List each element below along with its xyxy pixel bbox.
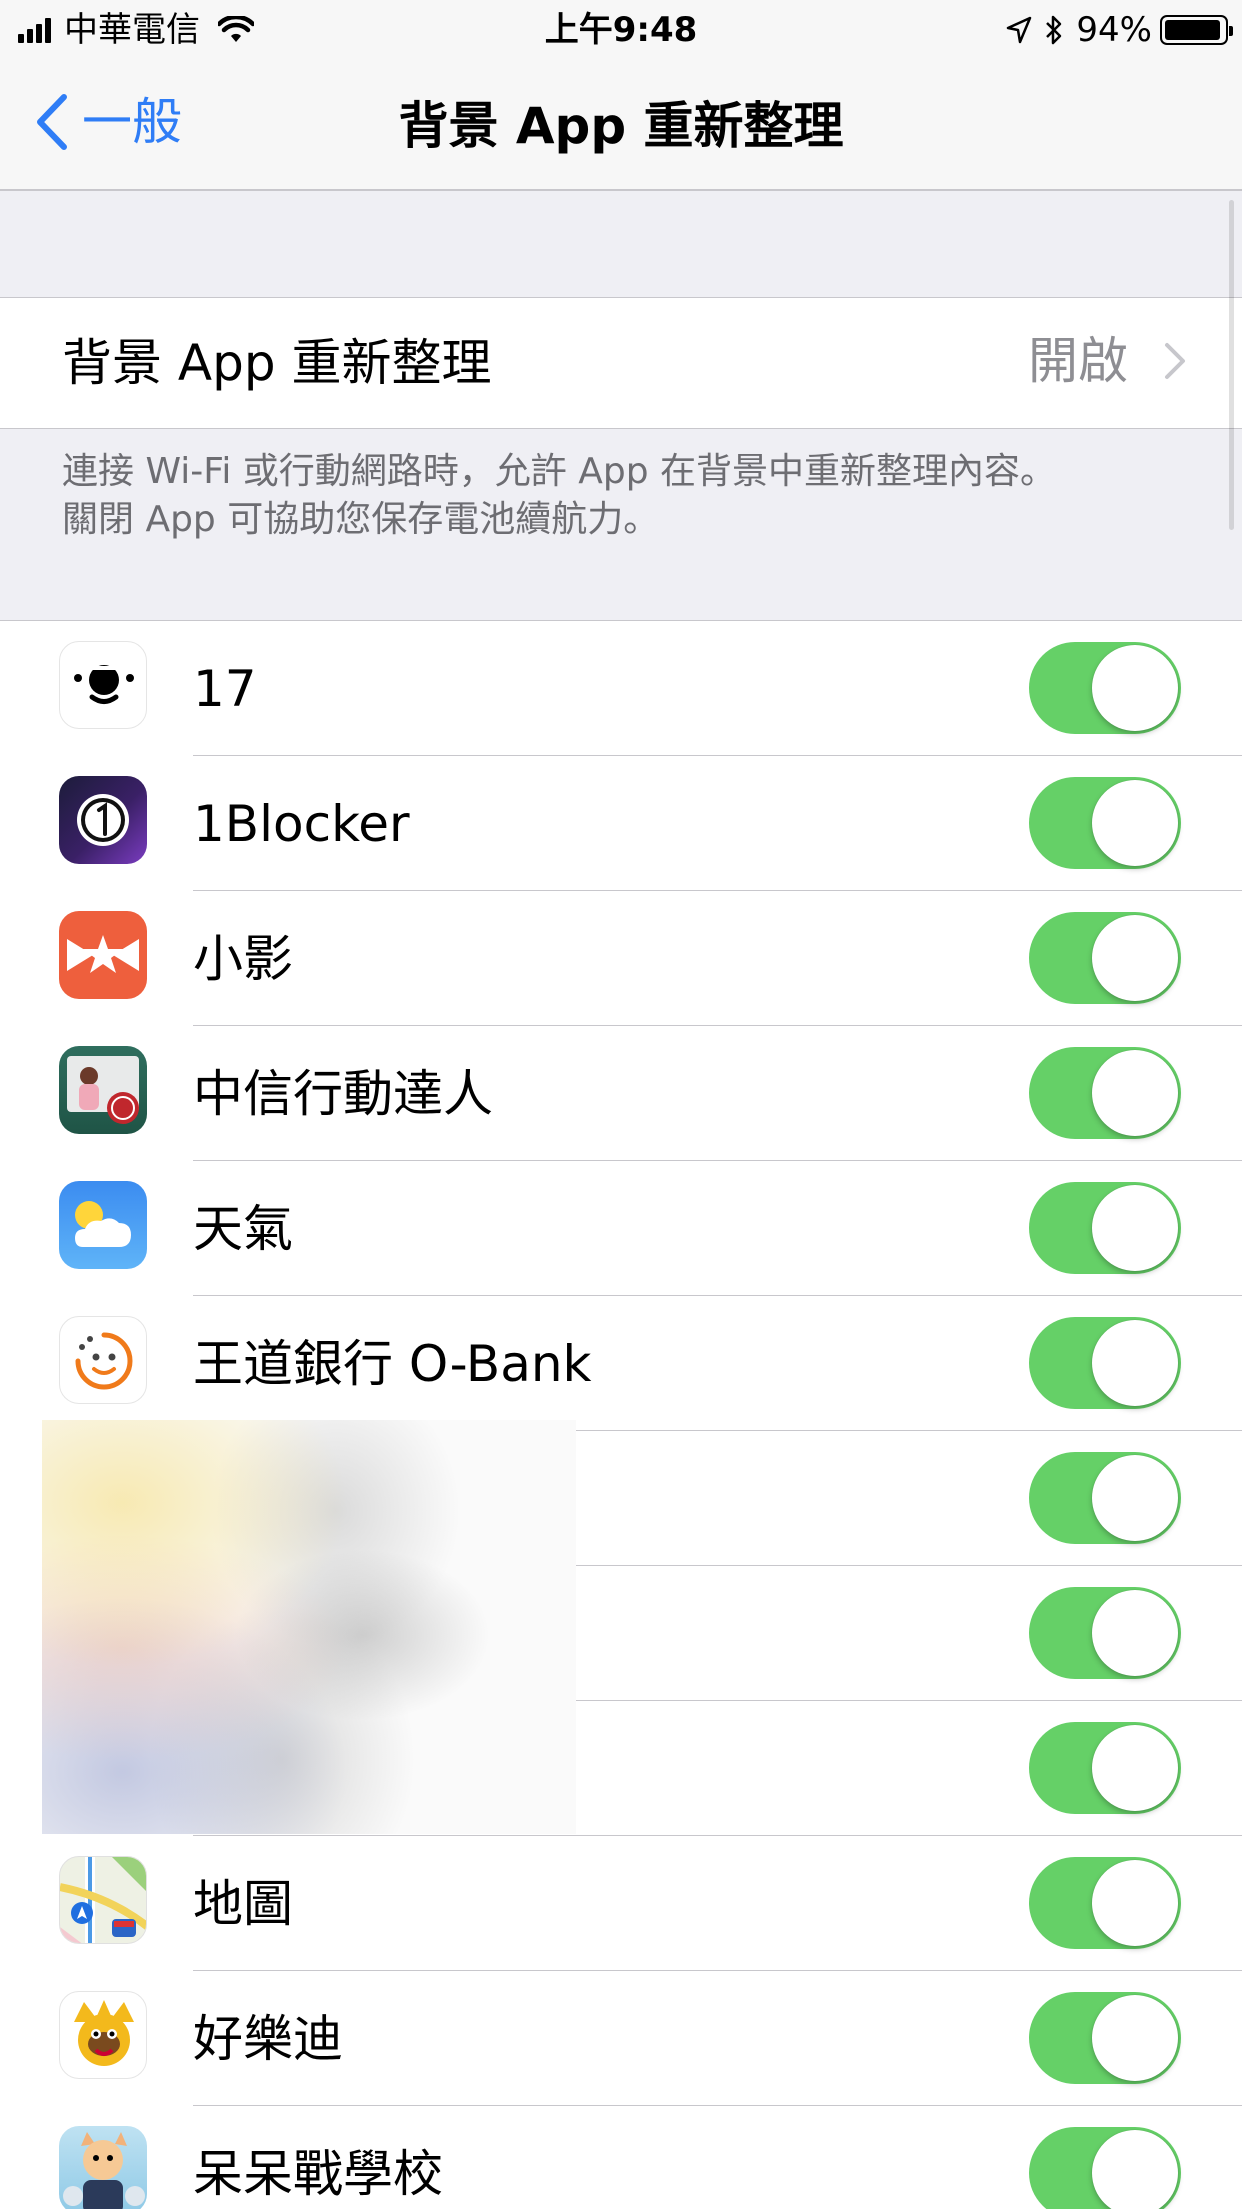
background-refresh-value: 開啟	[1028, 332, 1128, 390]
battery-icon	[1160, 15, 1233, 45]
navigation-bar: 一般 背景 App 重新整理	[0, 60, 1242, 191]
chevron-right-icon	[1165, 343, 1185, 379]
app-row-school: 呆呆戰學校	[0, 2106, 1242, 2209]
page-title: 背景 App 重新整理	[398, 97, 844, 155]
app-name: 小影	[193, 930, 293, 988]
refresh-toggle-obank[interactable]	[1029, 1317, 1181, 1409]
battery-percent: 94%	[1076, 10, 1152, 50]
app-maps-icon	[59, 1856, 147, 1944]
toggle-knob	[1092, 1995, 1178, 2081]
toggle-knob	[1092, 1860, 1178, 1946]
app-school-icon	[59, 2126, 147, 2209]
refresh-toggle-maps[interactable]	[1029, 1857, 1181, 1949]
status-bar: 中華電信 上午9:48 94%	[0, 0, 1242, 60]
refresh-toggle-blurred-2[interactable]	[1029, 1587, 1181, 1679]
toggle-knob	[1092, 780, 1178, 866]
refresh-toggle-blurred-3[interactable]	[1029, 1722, 1181, 1814]
app-name: 地圖	[193, 1875, 293, 1933]
app-xiaoying-icon	[59, 911, 147, 999]
toggle-knob	[1092, 1050, 1178, 1136]
app-17-icon	[59, 641, 147, 729]
app-name: 1Blocker	[193, 795, 410, 853]
app-row-obank: 王道銀行 O-Bank	[0, 1296, 1242, 1431]
refresh-toggle-holiday[interactable]	[1029, 1992, 1181, 2084]
blurred-region	[42, 1420, 576, 1834]
background-refresh-label: 背景 App 重新整理	[62, 334, 492, 392]
app-row-maps: 地圖	[0, 1836, 1242, 1971]
bluetooth-icon	[1046, 15, 1062, 45]
app-list: 17 1Blocker 小影 中信行動達人 天氣 王道銀行 O-Bank 地圖 …	[0, 620, 1242, 2209]
app-weather-icon	[59, 1181, 147, 1269]
battery-cap	[1229, 26, 1233, 36]
app-1blocker-icon	[59, 776, 147, 864]
toggle-knob	[1092, 2130, 1178, 2209]
toggle-knob	[1092, 1455, 1178, 1541]
refresh-toggle-school[interactable]	[1029, 2127, 1181, 2209]
app-row-17: 17	[0, 621, 1242, 756]
app-row-xiaoying: 小影	[0, 891, 1242, 1026]
status-bar-right: 94%	[1006, 10, 1233, 50]
battery-level-fill	[1165, 20, 1220, 40]
location-icon	[1007, 16, 1032, 44]
app-name: 中信行動達人	[193, 1065, 493, 1123]
refresh-toggle-blurred-1[interactable]	[1029, 1452, 1181, 1544]
section-footnote: 連接 Wi-Fi 或行動網路時，允許 App 在背景中重新整理內容。 關閉 Ap…	[62, 448, 1202, 544]
app-name: 王道銀行 O-Bank	[193, 1335, 592, 1393]
toggle-knob	[1092, 1185, 1178, 1271]
app-name: 呆呆戰學校	[193, 2145, 443, 2203]
app-name: 17	[193, 660, 257, 718]
app-ctbc-icon	[59, 1046, 147, 1134]
app-name: 天氣	[193, 1200, 293, 1258]
refresh-toggle-weather[interactable]	[1029, 1182, 1181, 1274]
app-obank-icon	[59, 1316, 147, 1404]
footnote-line-1: 連接 Wi-Fi 或行動網路時，允許 App 在背景中重新整理內容。	[62, 451, 1056, 492]
toggle-knob	[1092, 1725, 1178, 1811]
app-row-weather: 天氣	[0, 1161, 1242, 1296]
refresh-toggle-ctbc[interactable]	[1029, 1047, 1181, 1139]
toggle-knob	[1092, 645, 1178, 731]
toggle-knob	[1092, 1320, 1178, 1406]
scroll-indicator	[1229, 200, 1234, 530]
refresh-toggle-1blocker[interactable]	[1029, 777, 1181, 869]
app-row-1blocker: 1Blocker	[0, 756, 1242, 891]
footnote-line-2: 關閉 App 可協助您保存電池續航力。	[62, 499, 660, 540]
toggle-knob	[1092, 915, 1178, 1001]
app-holiday-icon	[59, 1991, 147, 2079]
toggle-knob	[1092, 1590, 1178, 1676]
refresh-toggle-17[interactable]	[1029, 642, 1181, 734]
app-row-holiday: 好樂迪	[0, 1971, 1242, 2106]
refresh-toggle-xiaoying[interactable]	[1029, 912, 1181, 1004]
app-row-ctbc: 中信行動達人	[0, 1026, 1242, 1161]
app-name: 好樂迪	[193, 2010, 343, 2068]
background-refresh-row[interactable]: 背景 App 重新整理 開啟	[0, 297, 1242, 429]
